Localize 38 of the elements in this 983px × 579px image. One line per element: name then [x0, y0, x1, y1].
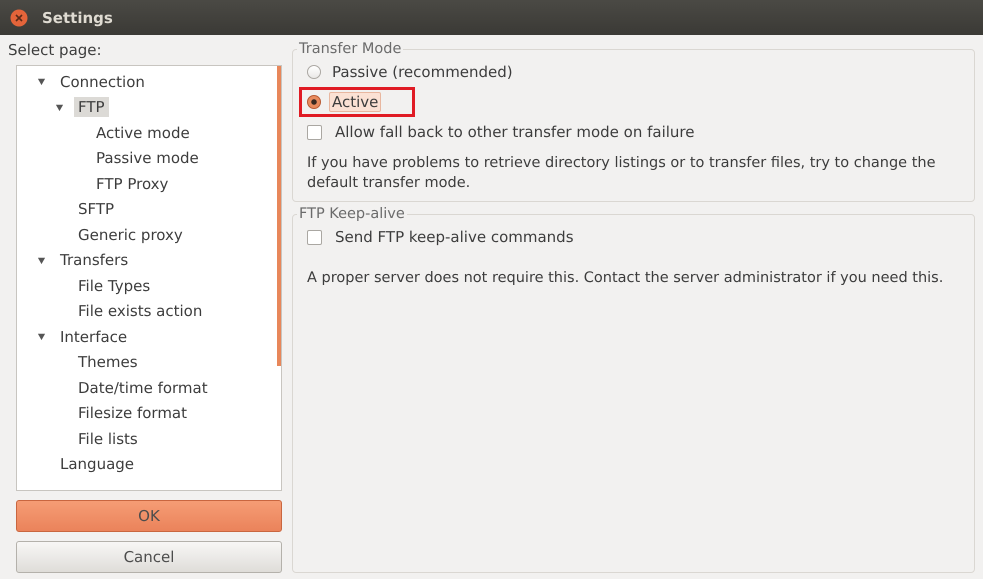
expanded-arrow-icon[interactable]: [37, 332, 46, 342]
tree-item[interactable]: Language: [56, 454, 138, 474]
option-label[interactable]: Send FTP keep-alive commands: [332, 227, 577, 247]
scrollbar-thumb[interactable]: [277, 66, 281, 366]
tree-item[interactable]: Transfers: [56, 250, 132, 270]
help-text: A proper server does not require this. Contact the server administrator if you need this.: [307, 269, 944, 288]
radio-button[interactable]: [307, 65, 321, 79]
tree-item[interactable]: File exists action: [74, 301, 206, 322]
tree-item[interactable]: SFTP: [74, 199, 118, 220]
tree-item[interactable]: Interface: [56, 326, 132, 347]
tree-item[interactable]: Connection: [56, 72, 149, 92]
option-label[interactable]: Allow fall back to other transfer mode on failure: [332, 122, 698, 142]
tree-item[interactable]: Active mode: [92, 122, 194, 143]
tree-item[interactable]: Date/time format: [74, 378, 212, 398]
expanded-arrow-icon[interactable]: [37, 77, 46, 86]
tree-item[interactable]: File lists: [74, 428, 142, 449]
option-label[interactable]: Passive (recommended): [329, 62, 516, 82]
cancel-button[interactable]: Cancel: [16, 541, 282, 573]
radio-button[interactable]: [307, 95, 321, 109]
expanded-arrow-icon[interactable]: [37, 256, 46, 265]
window-title: Settings: [42, 8, 113, 26]
help-text: If you have problems to retrieve directory listings or to transfer files, try to change the default transfer mode.: [307, 154, 936, 193]
tree-item[interactable]: FTP Proxy: [92, 174, 172, 194]
tree-item[interactable]: Filesize format: [74, 403, 191, 424]
group-title: FTP Keep-alive: [298, 206, 406, 222]
close-icon[interactable]: [10, 8, 28, 26]
ok-button[interactable]: OK: [16, 500, 282, 532]
option-label[interactable]: Active: [329, 92, 382, 112]
tree-item[interactable]: Passive mode: [92, 148, 203, 168]
tree-item[interactable]: Generic proxy: [74, 224, 187, 245]
sidebar-label: Select page:: [8, 41, 103, 59]
checkbox[interactable]: [307, 230, 322, 244]
tree-item[interactable]: File Types: [74, 276, 154, 296]
tree-item[interactable]: FTP: [74, 97, 109, 118]
expanded-arrow-icon[interactable]: [55, 102, 64, 112]
checkbox[interactable]: [307, 124, 322, 140]
tree-item[interactable]: Themes: [74, 352, 142, 372]
group-title: Transfer Mode: [298, 41, 402, 57]
